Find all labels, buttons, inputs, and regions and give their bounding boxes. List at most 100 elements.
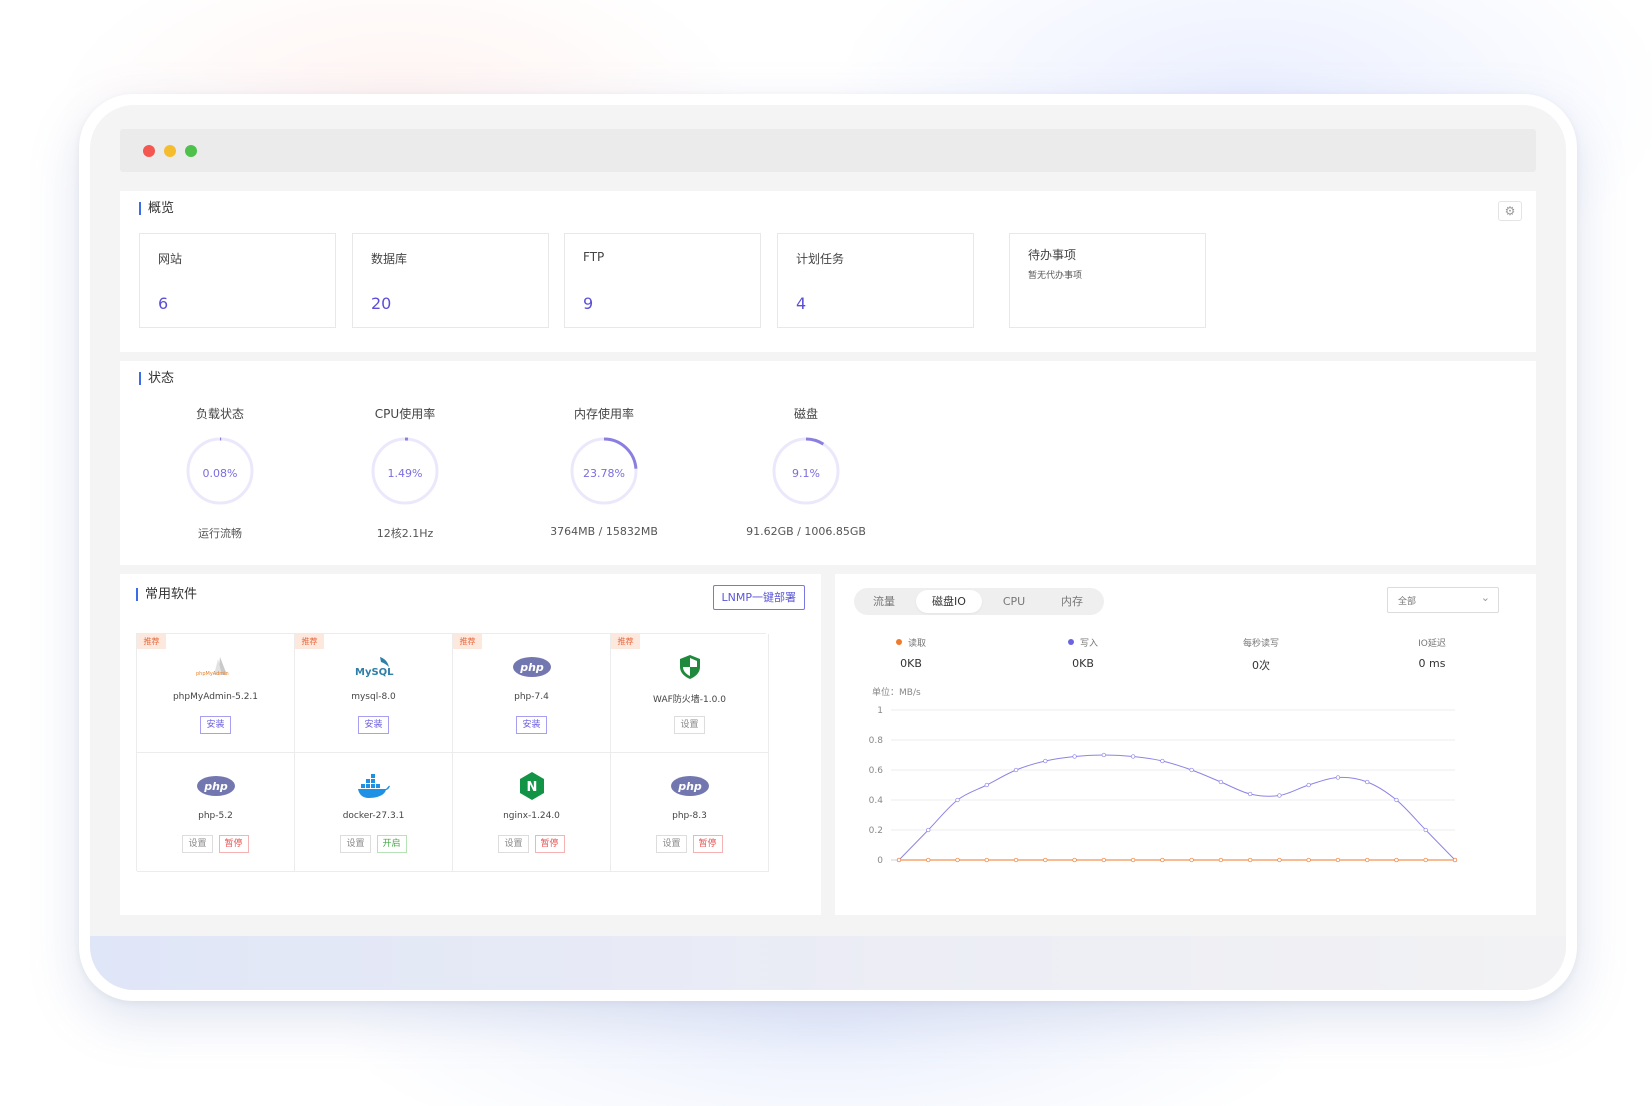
install-button[interactable]: 安装 [358,716,389,734]
software-item-php-74[interactable]: 推荐 php php-7.4 安装 [453,634,611,753]
card-value[interactable]: 20 [371,294,391,313]
software-actions: 设置 暂停 [611,835,768,853]
overview-card-ftp[interactable]: FTP 9 [564,233,761,328]
software-actions: 设置 [611,716,768,734]
software-name: nginx-1.24.0 [503,811,560,821]
data-point [1335,857,1341,863]
settings-button[interactable]: 设置 [340,835,371,853]
data-point [1306,782,1311,788]
software-name: docker-27.3.1 [342,811,405,821]
software-actions: 设置 暂停 [453,835,610,853]
php-logo-text: php [203,780,228,793]
io-stat-value: 0KB [1072,657,1094,670]
software-item-waf[interactable]: 推荐 WAF防火墙-1.0.0 设置 [611,634,769,753]
docker-icon [358,774,390,798]
data-point [1160,857,1165,863]
card-label: 网站 [158,252,183,266]
gauge-title: 负载状态 [195,407,244,421]
settings-button[interactable]: 设置 [674,716,705,734]
minimize-window-button[interactable] [164,145,176,157]
gauge-subtext: 12核2.1Hz [376,527,434,540]
install-button[interactable]: 安装 [200,716,231,734]
data-point [896,857,902,863]
close-window-button[interactable] [143,145,155,157]
data-point [926,827,931,833]
mysql-icon: MySQL [355,657,394,678]
y-tick-label: 0.8 [869,736,884,746]
todo-empty-text: 暂无代办事项 [1028,271,1083,281]
software-name: WAF防火墙-1.0.0 [653,695,726,705]
overview-card-cron[interactable]: 计划任务 4 [777,233,974,328]
software-name: php-8.3 [672,811,707,821]
gauge-cpu[interactable]: CPU使用率 1.49% 12核2.1Hz [305,401,505,551]
data-point [1130,754,1136,759]
chevron-down-icon: ⌄ [1480,591,1490,604]
card-value[interactable]: 4 [796,294,806,313]
stop-button[interactable]: 暂停 [692,835,723,853]
software-item-docker[interactable]: docker-27.3.1 设置 开启 [295,753,453,872]
data-point [1043,857,1048,863]
software-item-php-83[interactable]: php php-8.3 设置 暂停 [611,753,769,872]
data-point [1072,857,1077,863]
install-button[interactable]: 安装 [516,716,547,734]
data-point [1248,857,1253,863]
tab-disk-io[interactable]: 磁盘IO [916,590,982,613]
data-point [1394,797,1399,803]
io-stat-value: 0次 [1252,659,1270,672]
data-point [955,857,960,863]
disk-select[interactable]: 全部 ⌄ [1387,587,1499,613]
stop-button[interactable]: 暂停 [534,835,565,853]
software-name: phpMyAdmin-5.2.1 [172,692,259,702]
maximize-window-button[interactable] [185,145,197,157]
overview-card-databases[interactable]: 数据库 20 [352,233,549,328]
data-point [1365,779,1370,785]
shield-icon [680,655,700,679]
todo-label: 待办事项 [1028,248,1077,262]
data-point [1101,857,1106,863]
data-point [1277,793,1282,798]
mysql-logo-text: MySQL [355,667,394,678]
app-screen: 概览 ⚙ 网站 6 数据库 20 FTP 9 计划任务 4 待办事项 暂无代办事… [90,105,1566,990]
stop-button[interactable]: 暂停 [218,835,249,853]
tab-traffic[interactable]: 流量 [858,590,910,613]
card-label: FTP [583,250,605,264]
gear-icon[interactable]: ⚙ [1498,201,1522,221]
php-logo-text: php [677,780,702,793]
series-line [898,754,1456,861]
data-point [1365,857,1370,863]
nginx-icon: N [520,772,544,800]
gauge-memory[interactable]: 内存使用率 23.78% 3764MB / 15832MB [504,401,704,551]
card-label: 数据库 [371,252,408,266]
data-point [1277,857,1282,863]
recommended-badge: 推荐 [137,634,166,649]
overview-card-websites[interactable]: 网站 6 [139,233,336,328]
data-point [1189,767,1194,773]
tab-memory[interactable]: 内存 [1046,590,1098,613]
settings-button[interactable]: 设置 [182,835,213,853]
overview-panel: 概览 ⚙ 网站 6 数据库 20 FTP 9 计划任务 4 待办事项 暂无代办事… [120,191,1536,352]
software-grid: 推荐 phpMyAdmin phpMyAdmin-5.2.1 安装 推荐 MyS… [136,633,769,872]
card-value[interactable]: 6 [158,294,168,313]
software-item-mysql[interactable]: 推荐 MySQL mysql-8.0 安装 [295,634,453,753]
gauge-value: 9.1% [792,467,820,480]
lnmp-deploy-button[interactable]: LNMP一键部署 [712,585,805,610]
bottom-band [90,936,1566,990]
gauge-load[interactable]: 负载状态 0.08% 运行流畅 [120,401,320,551]
software-actions: 设置 开启 [295,835,452,853]
io-stat-write: 写入 0KB [1023,636,1143,670]
phpmyadmin-icon: phpMyAdmin [196,657,229,677]
start-button[interactable]: 开启 [376,835,407,853]
tab-cpu[interactable]: CPU [988,590,1040,613]
settings-button[interactable]: 设置 [656,835,687,853]
data-point [1394,857,1399,863]
gauge-disk[interactable]: 磁盘 9.1% 91.62GB / 1006.85GB [706,401,906,551]
software-actions: 设置 暂停 [137,835,294,853]
software-item-php-52[interactable]: php php-5.2 设置 暂停 [137,753,295,872]
software-item-nginx[interactable]: N nginx-1.24.0 设置 暂停 [453,753,611,872]
io-stat-label: 写入 [1079,639,1098,649]
card-value[interactable]: 9 [583,294,593,313]
y-tick-label: 0 [877,856,883,866]
software-item-phpmyadmin[interactable]: 推荐 phpMyAdmin phpMyAdmin-5.2.1 安装 [137,634,295,753]
gauge-subtext: 91.62GB / 1006.85GB [746,525,866,538]
settings-button[interactable]: 设置 [498,835,529,853]
